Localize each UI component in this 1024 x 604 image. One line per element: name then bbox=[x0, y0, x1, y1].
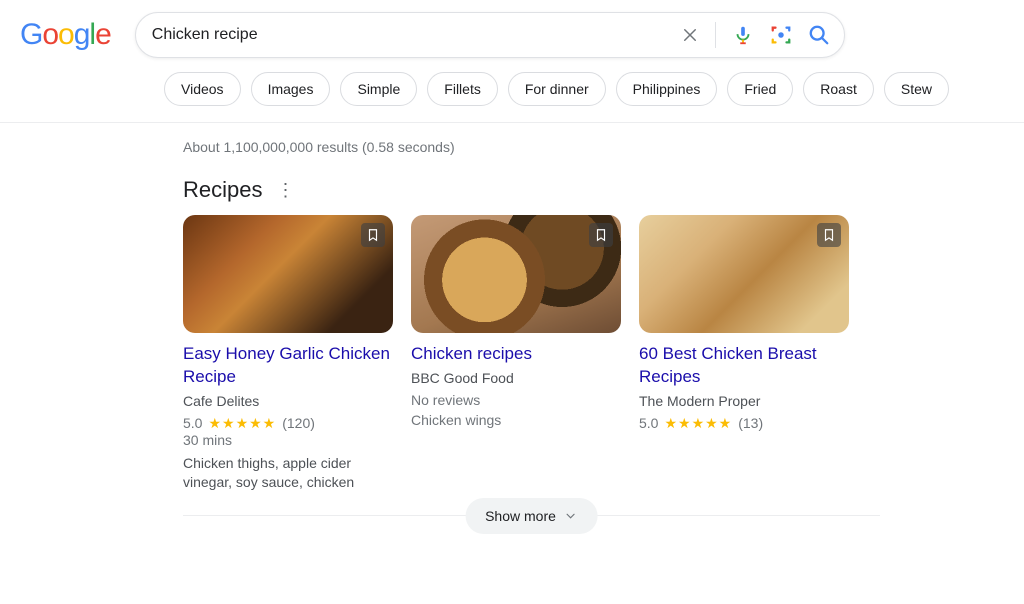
star-icon: ★★★★★ bbox=[208, 415, 276, 432]
recipe-card: Easy Honey Garlic Chicken Recipe Cafe De… bbox=[183, 215, 393, 493]
voice-search-icon[interactable] bbox=[732, 24, 754, 46]
result-stats: About 1,100,000,000 results (0.58 second… bbox=[183, 139, 880, 155]
review-count: (13) bbox=[738, 415, 763, 431]
more-options-icon[interactable]: ⋮ bbox=[276, 181, 294, 199]
recipe-ingredients: Chicken thighs, apple cider vinegar, soy… bbox=[183, 454, 393, 493]
recipe-time: 30 mins bbox=[183, 432, 393, 448]
rating-value: 5.0 bbox=[183, 415, 202, 431]
show-more-button[interactable]: Show more bbox=[465, 498, 598, 534]
search-bar-icons bbox=[681, 22, 830, 48]
google-logo[interactable]: Google bbox=[20, 18, 111, 52]
recipe-rating: 5.0 ★★★★★ (120) bbox=[183, 415, 393, 432]
recipe-source: BBC Good Food bbox=[411, 370, 621, 386]
recipe-thumbnail[interactable] bbox=[411, 215, 621, 333]
icon-divider bbox=[715, 22, 716, 48]
section-header: Recipes ⋮ bbox=[183, 177, 880, 203]
show-more-label: Show more bbox=[485, 508, 556, 524]
recipe-category: Chicken wings bbox=[411, 412, 621, 428]
chip-roast[interactable]: Roast bbox=[803, 72, 874, 106]
recipe-source: The Modern Proper bbox=[639, 393, 849, 409]
recipe-source: Cafe Delites bbox=[183, 393, 393, 409]
filter-chips: Videos Images Simple Fillets For dinner … bbox=[0, 58, 1024, 122]
bookmark-icon[interactable] bbox=[361, 223, 385, 247]
show-more-divider: Show more bbox=[183, 515, 880, 516]
search-button-icon[interactable] bbox=[808, 24, 830, 46]
recipe-thumbnail[interactable] bbox=[183, 215, 393, 333]
chip-philippines[interactable]: Philippines bbox=[616, 72, 718, 106]
chip-fillets[interactable]: Fillets bbox=[427, 72, 498, 106]
recipe-card: Chicken recipes BBC Good Food No reviews… bbox=[411, 215, 621, 493]
chip-fried[interactable]: Fried bbox=[727, 72, 793, 106]
chip-images[interactable]: Images bbox=[251, 72, 331, 106]
chip-stew[interactable]: Stew bbox=[884, 72, 949, 106]
search-input[interactable] bbox=[150, 25, 681, 45]
clear-icon[interactable] bbox=[681, 26, 699, 44]
header-row: Google bbox=[0, 0, 1024, 58]
chip-videos[interactable]: Videos bbox=[164, 72, 241, 106]
chevron-down-icon bbox=[564, 509, 578, 523]
bookmark-icon[interactable] bbox=[817, 223, 841, 247]
image-search-icon[interactable] bbox=[770, 24, 792, 46]
recipe-cards: Easy Honey Garlic Chicken Recipe Cafe De… bbox=[183, 215, 880, 493]
chip-for-dinner[interactable]: For dinner bbox=[508, 72, 606, 106]
recipe-rating: 5.0 ★★★★★ (13) bbox=[639, 415, 849, 432]
recipe-thumbnail[interactable] bbox=[639, 215, 849, 333]
results-content: About 1,100,000,000 results (0.58 second… bbox=[0, 123, 880, 516]
recipe-title[interactable]: Chicken recipes bbox=[411, 343, 621, 366]
chip-simple[interactable]: Simple bbox=[340, 72, 417, 106]
recipe-title[interactable]: Easy Honey Garlic Chicken Recipe bbox=[183, 343, 393, 389]
review-count: (120) bbox=[282, 415, 315, 431]
star-icon: ★★★★★ bbox=[664, 415, 732, 432]
rating-value: 5.0 bbox=[639, 415, 658, 431]
search-bar[interactable] bbox=[135, 12, 845, 58]
recipe-no-reviews: No reviews bbox=[411, 392, 621, 408]
section-title: Recipes bbox=[183, 177, 262, 203]
recipe-title[interactable]: 60 Best Chicken Breast Recipes bbox=[639, 343, 849, 389]
recipe-card: 60 Best Chicken Breast Recipes The Moder… bbox=[639, 215, 849, 493]
bookmark-icon[interactable] bbox=[589, 223, 613, 247]
